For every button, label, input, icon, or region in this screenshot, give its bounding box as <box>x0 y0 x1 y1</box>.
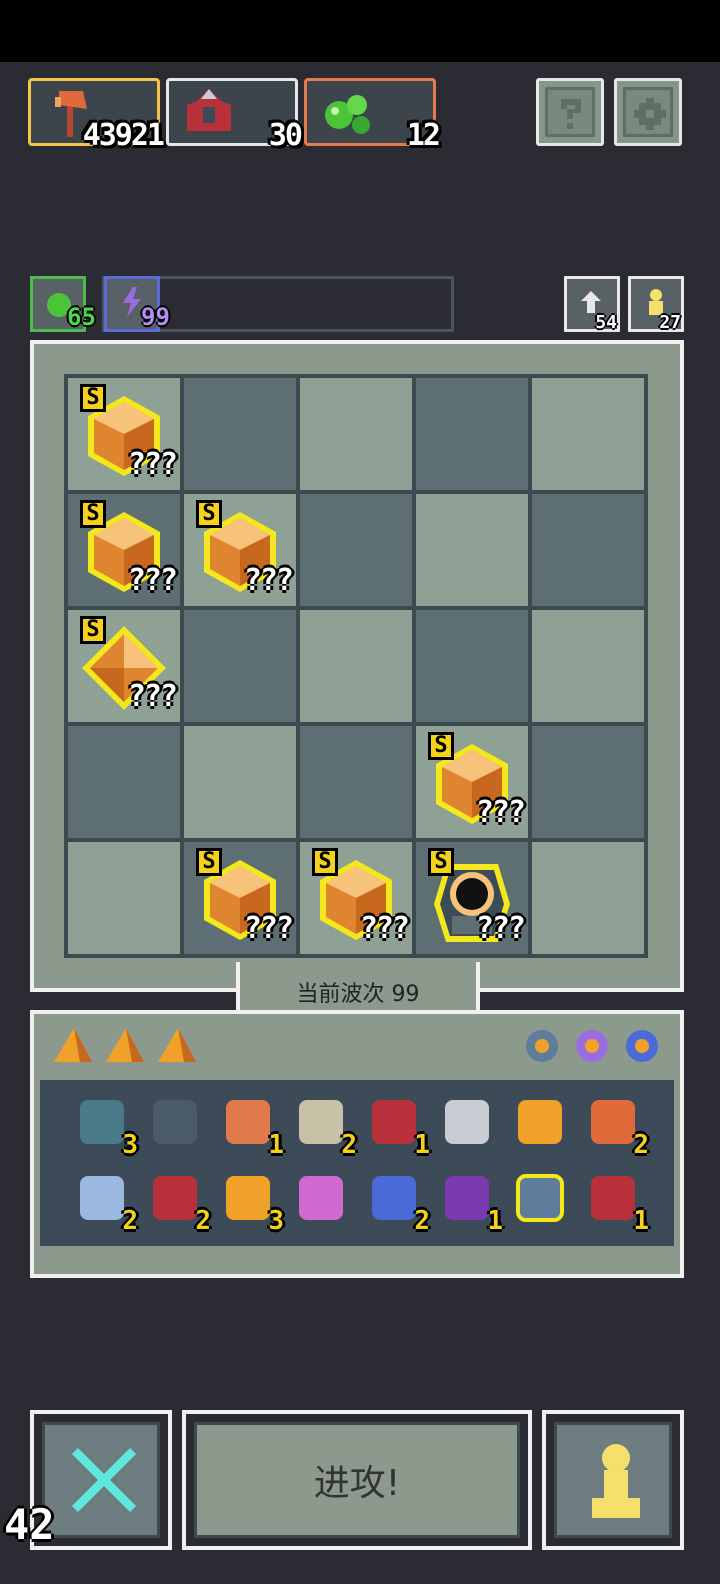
crossbow-icon[interactable]: 2 <box>72 1168 138 1236</box>
gear-icon <box>634 98 666 130</box>
helmet-armor-icon[interactable]: 1 <box>583 1168 649 1236</box>
lantern-icon[interactable]: 1 <box>218 1092 284 1160</box>
unknown-label: ??? <box>475 795 526 830</box>
shield-icon[interactable] <box>145 1092 207 1154</box>
question-icon <box>561 99 581 129</box>
board-cell[interactable] <box>184 378 296 490</box>
board-cell[interactable] <box>68 726 180 838</box>
hourglass-icon[interactable]: 2 <box>364 1168 430 1236</box>
board-cell[interactable] <box>300 378 412 490</box>
board-cell[interactable] <box>300 726 412 838</box>
board-cell-unit[interactable]: S??? <box>68 494 180 606</box>
armor-icon[interactable]: 1 <box>364 1092 430 1160</box>
attack-label: 进攻! <box>313 1463 401 1504</box>
status-bar <box>0 0 720 62</box>
unknown-label: ??? <box>127 563 178 598</box>
attack-button[interactable]: 进攻! <box>182 1410 532 1550</box>
rank-badge: S <box>80 500 106 528</box>
potion-resource: 12 <box>304 78 441 153</box>
axe-icon[interactable]: 2 <box>583 1092 649 1160</box>
mask-icon[interactable]: 1 <box>437 1168 503 1236</box>
orb-icon[interactable]: 3 <box>218 1168 284 1236</box>
arrow-icon[interactable] <box>291 1168 353 1230</box>
attack-value: 43921 <box>82 118 165 153</box>
ring-blue-icon[interactable] <box>620 1024 682 1086</box>
green-slime-icon <box>325 95 370 134</box>
pawn-button[interactable] <box>542 1410 684 1550</box>
item-count: 3 <box>122 1130 138 1160</box>
board-cell[interactable] <box>416 610 528 722</box>
unknown-label: ??? <box>475 911 526 946</box>
board-cell[interactable] <box>416 494 528 606</box>
item-count: 1 <box>414 1130 430 1160</box>
board-cell-unit[interactable]: S??? <box>184 842 296 954</box>
crossed-swords-icon <box>72 1448 136 1512</box>
item-count: 1 <box>633 1206 649 1236</box>
unknown-label: ??? <box>243 563 294 598</box>
scroll-icon[interactable]: 2 <box>291 1092 357 1160</box>
board-cell[interactable] <box>532 726 644 838</box>
unknown-label: ??? <box>127 447 178 482</box>
armor-icon <box>187 89 231 131</box>
board-cell[interactable] <box>184 610 296 722</box>
item-count: 3 <box>268 1206 284 1236</box>
pawn-value: 27 <box>659 312 681 333</box>
unknown-label: ??? <box>243 911 294 946</box>
board-cell-unit[interactable]: S??? <box>416 726 528 838</box>
refresh-stat[interactable]: 54 <box>564 276 620 333</box>
settings-button[interactable] <box>614 78 682 146</box>
rank-badge: S <box>80 384 106 412</box>
potion-value: 12 <box>406 118 441 153</box>
energy-value: 99 <box>141 303 170 331</box>
board-cell-unit[interactable]: S??? <box>416 842 528 954</box>
item-count: 2 <box>633 1130 649 1160</box>
board-cell-unit[interactable]: S??? <box>68 610 180 722</box>
item-count: 1 <box>487 1206 503 1236</box>
help-button[interactable] <box>536 78 604 146</box>
heart-gem-icon[interactable]: 3 <box>72 1092 138 1160</box>
crown-icon[interactable] <box>510 1092 572 1154</box>
rank-badge: S <box>312 848 338 876</box>
rank-badge: S <box>196 500 222 528</box>
board-grid: S??? S??? S??? S??? S??? S??? S??? S??? <box>64 374 648 958</box>
health-value: 65 <box>67 303 96 331</box>
board-cell[interactable] <box>68 842 180 954</box>
item-count: 2 <box>414 1206 430 1236</box>
item-count: 2 <box>122 1206 138 1236</box>
rank-badge: S <box>196 848 222 876</box>
rank-badge: S <box>80 616 106 644</box>
board-cell-unit[interactable]: S??? <box>300 842 412 954</box>
board-cell-unit[interactable]: S??? <box>68 378 180 490</box>
attack-resource: 43921 <box>28 78 165 153</box>
board-cell[interactable] <box>532 610 644 722</box>
armor-resource: 30 <box>166 78 303 153</box>
board-cell[interactable] <box>532 494 644 606</box>
board-cell[interactable] <box>300 610 412 722</box>
shard-icon[interactable] <box>154 1022 216 1084</box>
board-cell[interactable] <box>416 378 528 490</box>
energy-stat: 99 <box>104 276 170 332</box>
rank-badge: S <box>428 848 454 876</box>
board-cell[interactable] <box>184 726 296 838</box>
item-count: 2 <box>341 1130 357 1160</box>
health-stat: 65 <box>30 276 96 332</box>
refresh-value: 54 <box>595 312 617 333</box>
pawn-stat[interactable]: 27 <box>628 276 684 333</box>
armor-value: 30 <box>268 118 303 153</box>
spiked-crown-icon[interactable] <box>510 1168 572 1230</box>
item-count: 2 <box>195 1206 211 1236</box>
unknown-label: ??? <box>127 679 178 714</box>
board-cell[interactable] <box>532 378 644 490</box>
board-cell[interactable] <box>300 494 412 606</box>
rank-badge: S <box>428 732 454 760</box>
red-armor-icon[interactable]: 2 <box>145 1168 211 1236</box>
pawn-icon <box>592 1444 640 1518</box>
sword-icon[interactable] <box>437 1092 499 1154</box>
unknown-label: ??? <box>359 911 410 946</box>
corner-number: 42 <box>4 1500 55 1549</box>
board-cell[interactable] <box>532 842 644 954</box>
item-count: 1 <box>268 1130 284 1160</box>
board-cell-unit[interactable]: S??? <box>184 494 296 606</box>
